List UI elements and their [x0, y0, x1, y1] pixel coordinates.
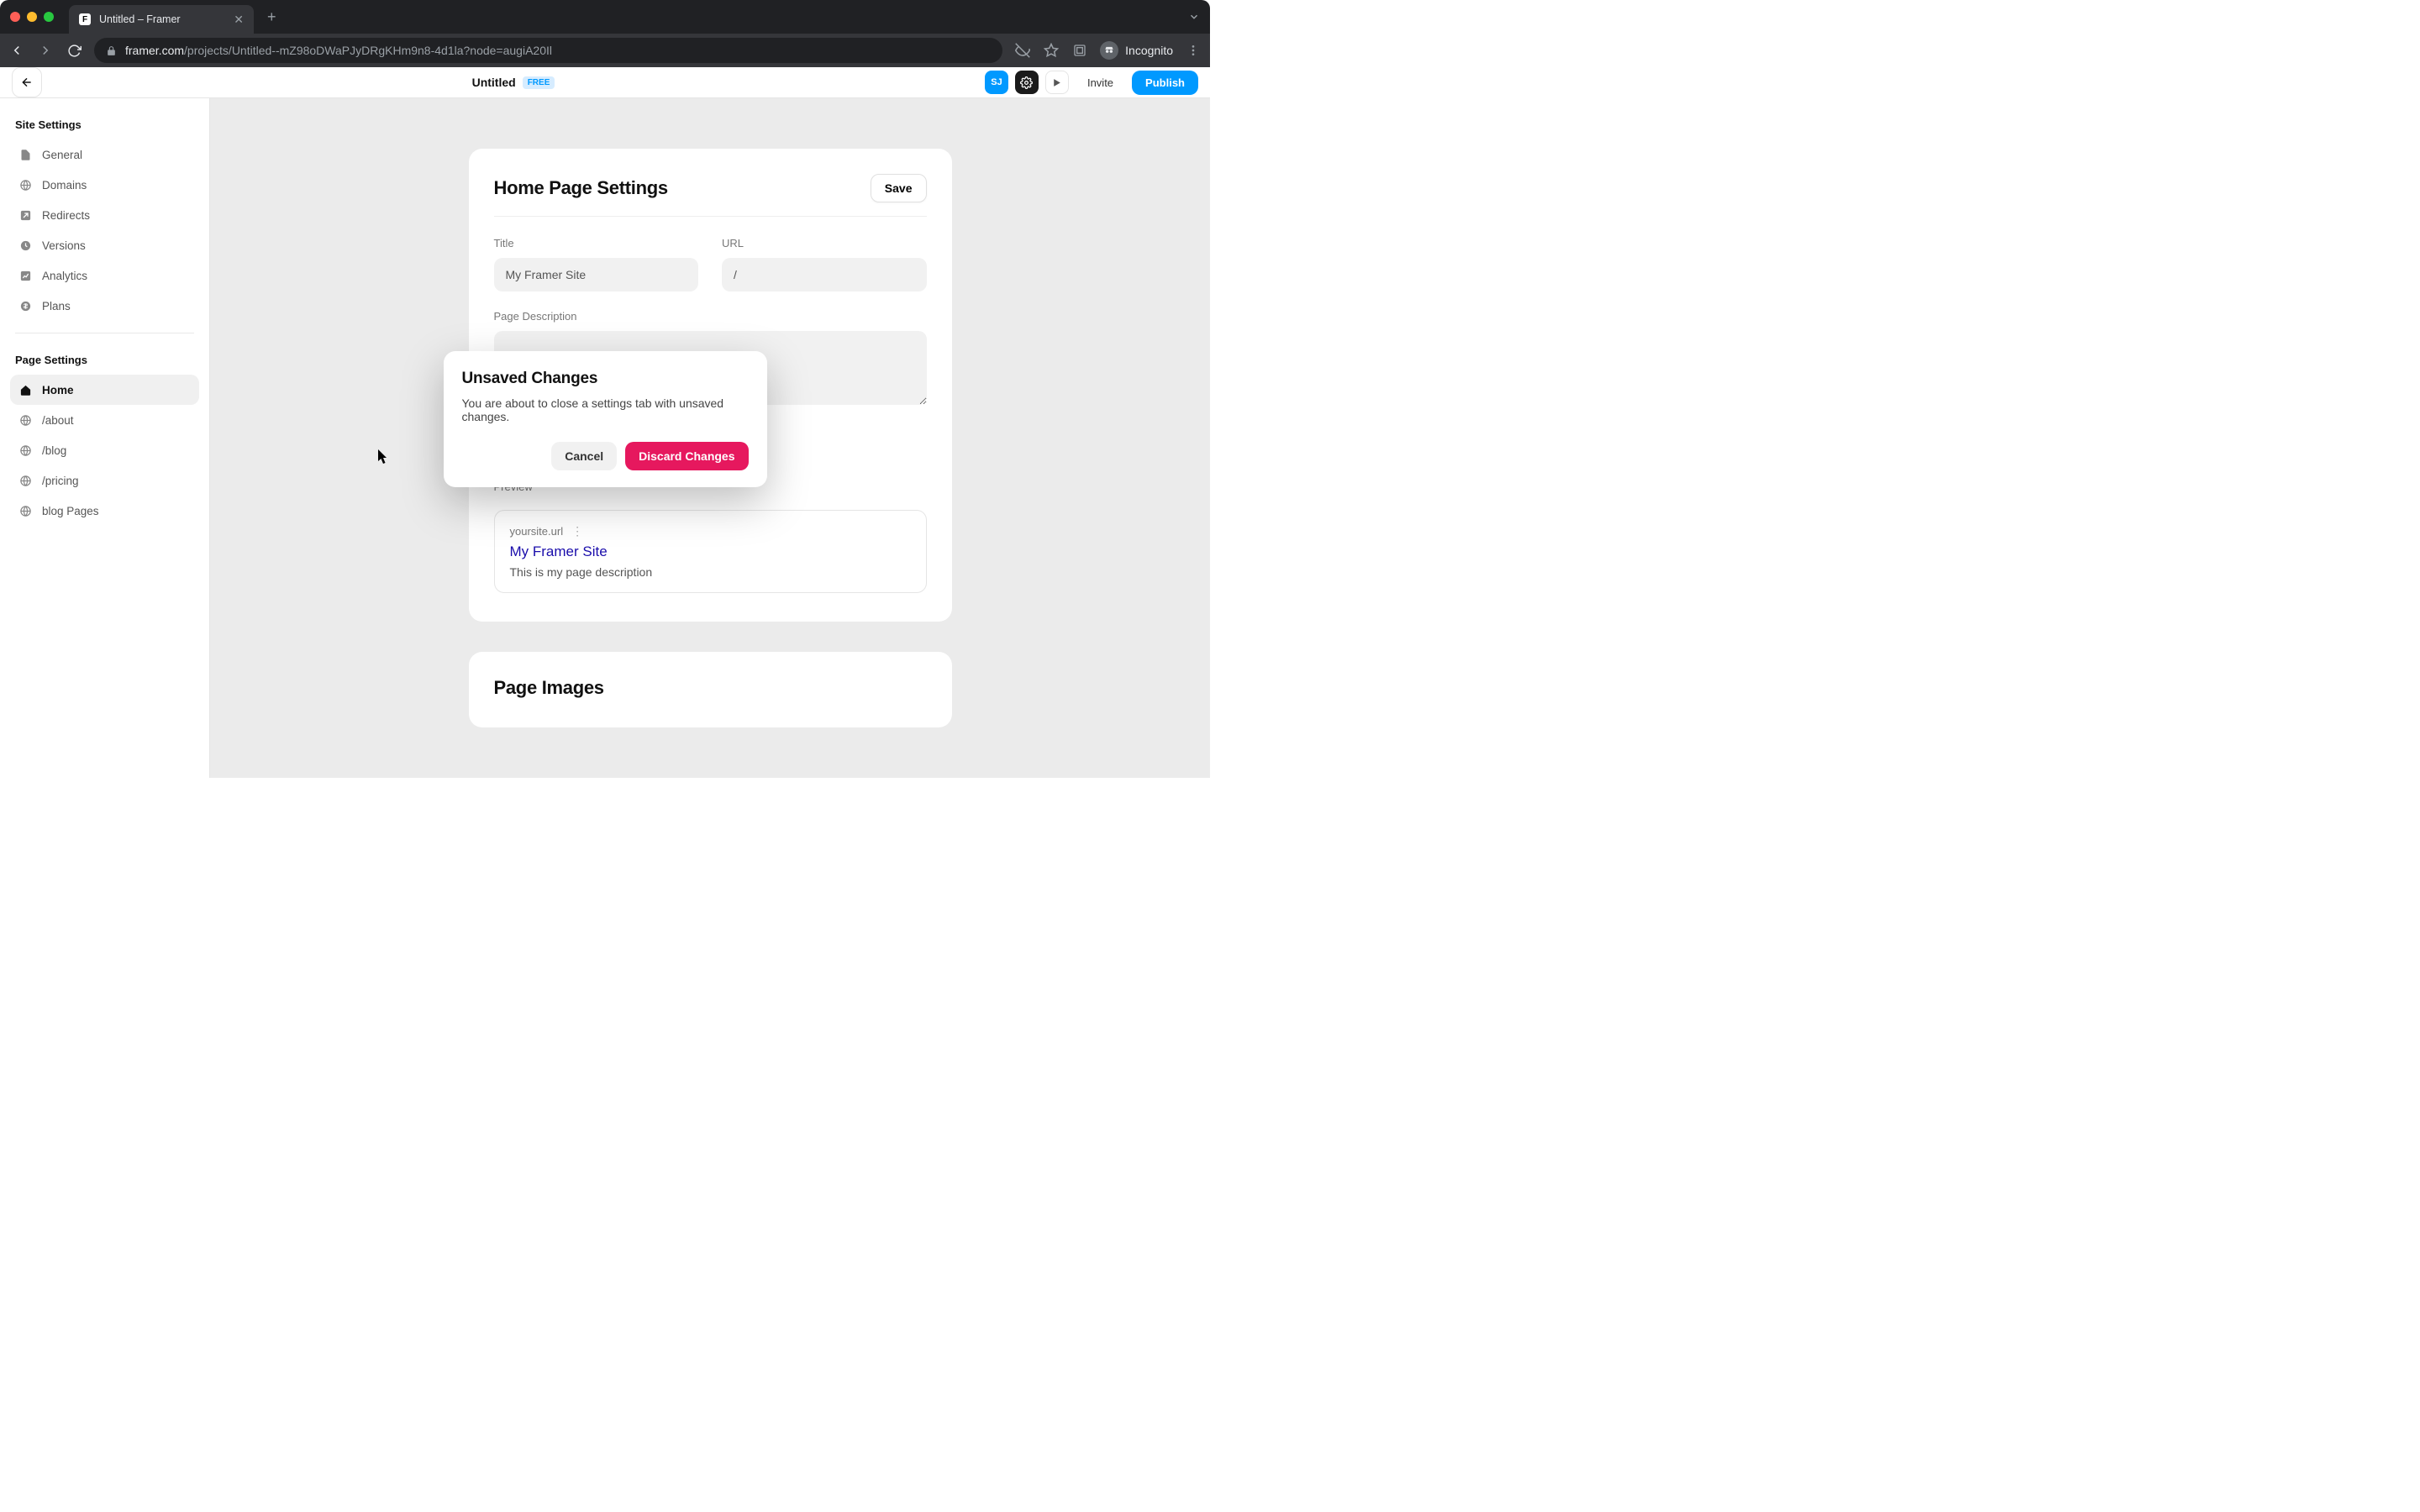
- preview-title: My Framer Site: [510, 543, 911, 560]
- cancel-button[interactable]: Cancel: [551, 442, 617, 470]
- file-icon: [18, 148, 32, 161]
- sidebar-item-label: /about: [42, 414, 74, 427]
- preview-menu-icon: ⋮: [571, 524, 583, 538]
- tab-close-icon[interactable]: ✕: [234, 13, 244, 27]
- search-preview-card: yoursite.url ⋮ My Framer Site This is my…: [494, 510, 927, 593]
- app-topbar: Untitled FREE SJ Invite Publish: [0, 67, 1210, 98]
- sidebar-item-label: /blog: [42, 444, 66, 457]
- invite-button[interactable]: Invite: [1076, 71, 1125, 94]
- eye-off-icon[interactable]: [1014, 42, 1031, 59]
- lock-icon: [106, 45, 117, 56]
- redirect-icon: [18, 208, 32, 222]
- project-title: Untitled: [472, 76, 516, 89]
- page-images-panel: Page Images: [469, 652, 952, 727]
- sidebar-item-label: /pricing: [42, 475, 79, 487]
- discard-changes-button[interactable]: Discard Changes: [625, 442, 748, 470]
- settings-sidebar: Site Settings General Domains Redirects Ver…: [0, 98, 210, 778]
- plan-badge: FREE: [523, 76, 555, 89]
- panel-title-images: Page Images: [494, 677, 927, 699]
- url-field-label: URL: [722, 237, 927, 249]
- chart-icon: [18, 269, 32, 282]
- settings-button[interactable]: [1015, 71, 1039, 94]
- incognito-label: Incognito: [1125, 44, 1173, 57]
- gear-icon: [1020, 76, 1033, 89]
- description-field-label: Page Description: [494, 310, 927, 323]
- clock-icon: [18, 239, 32, 252]
- tab-title: Untitled – Framer: [99, 13, 181, 25]
- play-icon: [1051, 77, 1062, 88]
- sidebar-item-page-blogpages[interactable]: blog Pages: [10, 496, 199, 526]
- browser-tab-strip: F Untitled – Framer ✕ +: [0, 0, 1210, 34]
- bookmark-star-icon[interactable]: [1043, 42, 1060, 59]
- title-input[interactable]: [494, 258, 699, 291]
- sidebar-item-label: blog Pages: [42, 505, 99, 517]
- panel-title: Home Page Settings: [494, 177, 668, 199]
- window-traffic-lights: [10, 12, 54, 22]
- nav-forward-icon[interactable]: [37, 42, 54, 59]
- save-button[interactable]: Save: [871, 174, 927, 202]
- sidebar-item-page-pricing[interactable]: /pricing: [10, 465, 199, 496]
- publish-button[interactable]: Publish: [1132, 71, 1198, 95]
- sidebar-item-analytics[interactable]: Analytics: [10, 260, 199, 291]
- globe-icon: [18, 178, 32, 192]
- title-field-label: Title: [494, 237, 699, 249]
- sidebar-item-label: Versions: [42, 239, 86, 252]
- window-close-icon[interactable]: [10, 12, 20, 22]
- url-text: framer.com/projects/Untitled--mZ98oDWaPJ…: [125, 44, 552, 57]
- modal-body: You are about to close a settings tab wi…: [462, 396, 749, 423]
- sidebar-item-plans[interactable]: Plans: [10, 291, 199, 321]
- user-avatar-button[interactable]: SJ: [985, 71, 1008, 94]
- sidebar-item-page-about[interactable]: /about: [10, 405, 199, 435]
- sidebar-item-label: Plans: [42, 300, 71, 312]
- incognito-icon: [1100, 41, 1118, 60]
- preview-description: This is my page description: [510, 565, 911, 579]
- url-input-field[interactable]: [722, 258, 927, 291]
- globe-icon: [18, 444, 32, 457]
- incognito-indicator[interactable]: Incognito: [1100, 41, 1173, 60]
- unsaved-changes-modal: Unsaved Changes You are about to close a…: [444, 351, 767, 487]
- sidebar-item-page-home[interactable]: Home: [10, 375, 199, 405]
- sidebar-item-redirects[interactable]: Redirects: [10, 200, 199, 230]
- browser-address-bar: framer.com/projects/Untitled--mZ98oDWaPJ…: [0, 34, 1210, 67]
- window-maximize-icon[interactable]: [44, 12, 54, 22]
- sidebar-item-general[interactable]: General: [10, 139, 199, 170]
- preview-button[interactable]: [1045, 71, 1069, 94]
- globe-icon: [18, 504, 32, 517]
- url-input[interactable]: framer.com/projects/Untitled--mZ98oDWaPJ…: [94, 38, 1002, 63]
- modal-title: Unsaved Changes: [462, 370, 749, 388]
- sidebar-item-label: Home: [42, 384, 74, 396]
- preview-url: yoursite.url: [510, 525, 564, 538]
- sidebar-item-label: Redirects: [42, 209, 90, 222]
- globe-icon: [18, 413, 32, 427]
- browser-tab[interactable]: F Untitled – Framer ✕: [69, 5, 254, 34]
- nav-reload-icon[interactable]: [66, 42, 82, 59]
- globe-icon: [18, 474, 32, 487]
- extensions-icon[interactable]: [1071, 42, 1088, 59]
- tab-favicon-icon: F: [79, 13, 91, 25]
- tabs-overflow-icon[interactable]: [1188, 11, 1200, 23]
- new-tab-button[interactable]: +: [267, 8, 276, 26]
- back-button[interactable]: [12, 67, 42, 97]
- home-icon: [18, 383, 32, 396]
- sidebar-item-label: Domains: [42, 179, 87, 192]
- sidebar-heading-page: Page Settings: [10, 349, 199, 375]
- sidebar-item-label: General: [42, 149, 82, 161]
- sidebar-heading-site: Site Settings: [10, 113, 199, 139]
- sidebar-item-versions[interactable]: Versions: [10, 230, 199, 260]
- sidebar-item-label: Analytics: [42, 270, 87, 282]
- window-minimize-icon[interactable]: [27, 12, 37, 22]
- sidebar-item-page-blog[interactable]: /blog: [10, 435, 199, 465]
- nav-back-icon[interactable]: [8, 42, 25, 59]
- sidebar-item-domains[interactable]: Domains: [10, 170, 199, 200]
- dollar-icon: [18, 299, 32, 312]
- browser-menu-icon[interactable]: [1185, 42, 1202, 59]
